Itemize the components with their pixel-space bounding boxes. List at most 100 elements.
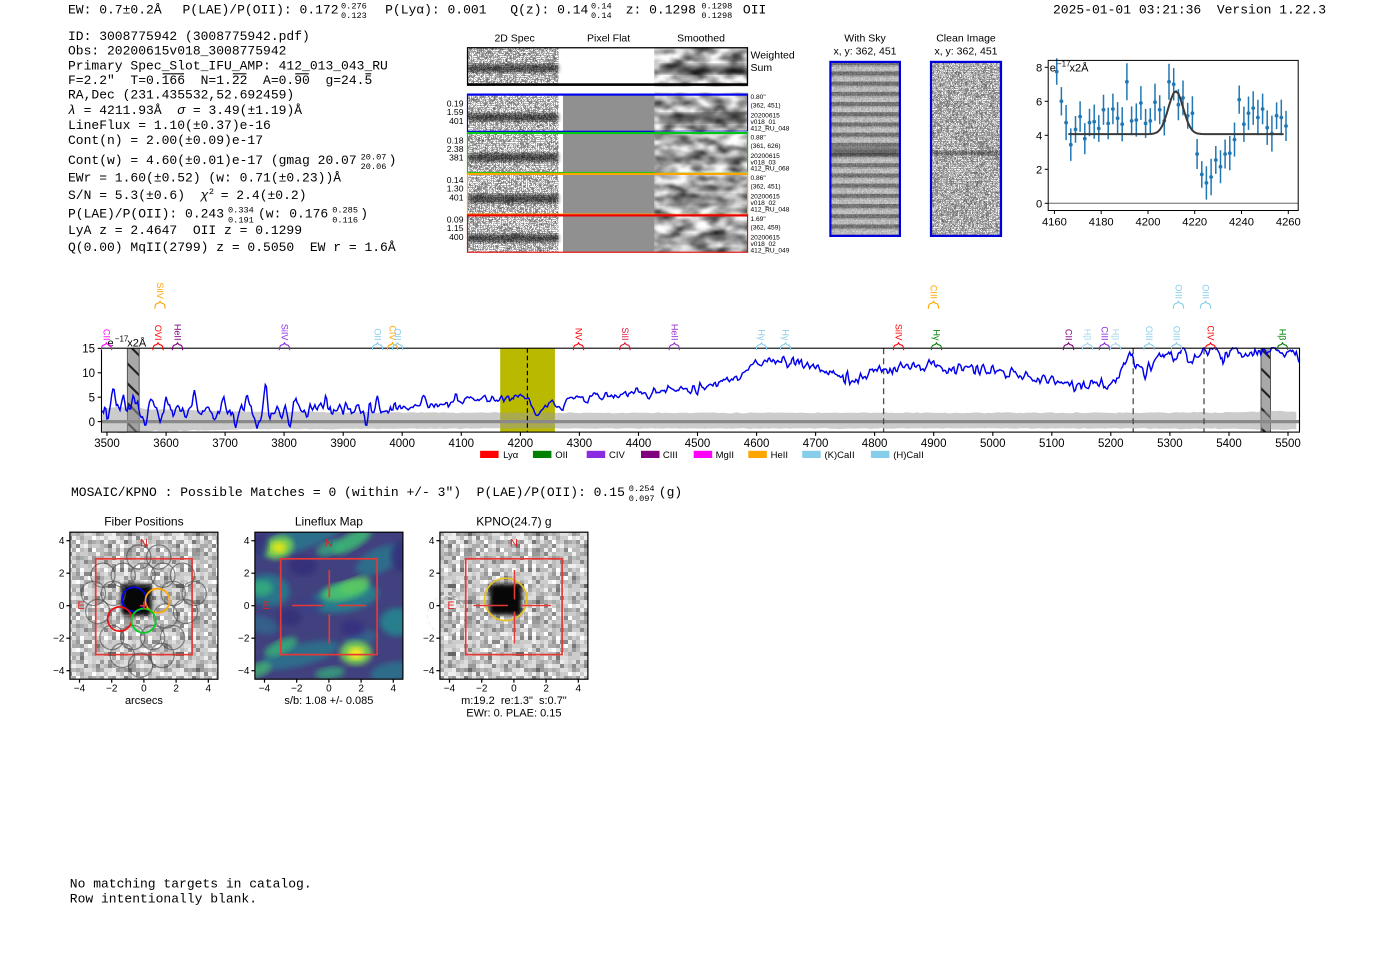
svg-text:3800: 3800 — [271, 438, 297, 450]
svg-text:OVI: OVI — [153, 325, 163, 341]
svg-text:Lyα: Lyα — [503, 450, 519, 461]
svg-text:4260: 4260 — [1276, 217, 1301, 229]
svg-text:z: 0.1298: z: 0.1298 — [626, 2, 696, 17]
svg-text:0.14: 0.14 — [591, 11, 612, 21]
svg-text:HeII: HeII — [771, 450, 788, 461]
svg-text:x2Å: x2Å — [1070, 62, 1090, 75]
svg-text:Cont(n) = 2.00(±0.09)e-17: Cont(n) = 2.00(±0.09)e-17 — [68, 133, 263, 148]
svg-text:P(Lyα): 0.001: P(Lyα): 0.001 — [385, 2, 487, 17]
svg-text:EW: 0.7±0.2Å: EW: 0.7±0.2Å — [68, 2, 162, 17]
svg-text:6: 6 — [1036, 96, 1042, 108]
svg-text:Hγ: Hγ — [932, 329, 942, 341]
svg-text:Obs: 20200615v018_3008775942: Obs: 20200615v018_3008775942 — [68, 44, 286, 59]
svg-text:EWr: 0. PLAE: 0.15: EWr: 0. PLAE: 0.15 — [466, 708, 561, 720]
svg-text:2: 2 — [1036, 164, 1042, 176]
svg-text:(362, 451): (362, 451) — [751, 184, 781, 191]
svg-text:4600: 4600 — [744, 438, 770, 450]
svg-text:2: 2 — [358, 684, 364, 695]
svg-text:2: 2 — [429, 569, 435, 580]
svg-text:0.254: 0.254 — [629, 484, 655, 494]
svg-text:m:19.2 re:1.3" s:0.7": m:19.2 re:1.3" s:0.7" — [461, 695, 567, 707]
svg-text:OIII: OIII — [1144, 326, 1154, 341]
svg-text:2: 2 — [59, 569, 65, 580]
svg-text:0.1298: 0.1298 — [701, 11, 732, 21]
svg-text:0.80": 0.80" — [751, 94, 767, 101]
svg-text:4000: 4000 — [389, 438, 415, 450]
svg-text:Hβ: Hβ — [1111, 329, 1121, 341]
svg-text:−4: −4 — [423, 666, 435, 677]
svg-text:2025-01-01 03:21:36 Version 1: 2025-01-01 03:21:36 Version 1.22.3 — [1053, 2, 1326, 17]
svg-text:s/b: 1.08 +/- 0.085: s/b: 1.08 +/- 0.085 — [284, 695, 373, 707]
svg-text:x2Å: x2Å — [127, 337, 147, 350]
svg-text:CIV: CIV — [1206, 325, 1216, 341]
svg-text:E: E — [262, 600, 269, 612]
svg-text:1.69": 1.69" — [751, 216, 767, 223]
svg-text:0: 0 — [59, 601, 65, 612]
svg-text:20.06: 20.06 — [361, 162, 387, 172]
svg-text:ID: 3008775942 (3008775942.pdf: ID: 3008775942 (3008775942.pdf) — [68, 29, 310, 44]
svg-text:412_RU_048: 412_RU_048 — [751, 206, 790, 213]
svg-text:2D Spec: 2D Spec — [494, 33, 534, 45]
svg-text:0.14: 0.14 — [591, 1, 612, 11]
svg-text:0.86": 0.86" — [751, 175, 767, 182]
svg-text:N: N — [140, 538, 148, 550]
svg-text:KPNO(24.7) g: KPNO(24.7) g — [476, 515, 551, 529]
svg-text:−2: −2 — [53, 634, 65, 645]
svg-text:P(LAE)/P(OII): 0.243: P(LAE)/P(OII): 0.243 — [68, 206, 224, 221]
svg-text:5300: 5300 — [1157, 438, 1183, 450]
svg-text:0: 0 — [1036, 198, 1042, 210]
svg-text:CII: CII — [102, 329, 112, 341]
svg-text:CIII: CIII — [663, 450, 678, 461]
svg-text:−2: −2 — [423, 634, 435, 645]
svg-text:4180: 4180 — [1089, 217, 1114, 229]
svg-text:(362, 459): (362, 459) — [751, 225, 781, 232]
svg-text:0: 0 — [244, 601, 250, 612]
svg-text:(w: 0.176: (w: 0.176 — [258, 206, 328, 221]
svg-text:4900: 4900 — [921, 438, 947, 450]
svg-text:4160: 4160 — [1042, 217, 1067, 229]
svg-text:4: 4 — [244, 536, 250, 547]
svg-text:2: 2 — [244, 569, 250, 580]
svg-text:x, y: 362, 451: x, y: 362, 451 — [833, 46, 896, 58]
svg-text:−2: −2 — [106, 684, 118, 695]
svg-text:3700: 3700 — [212, 438, 238, 450]
svg-text:4200: 4200 — [1136, 217, 1161, 229]
svg-text:412_RU_068: 412_RU_068 — [751, 166, 790, 173]
svg-text:0: 0 — [141, 684, 147, 695]
svg-text:HeII: HeII — [669, 324, 679, 341]
svg-text:Hβ: Hβ — [1083, 329, 1093, 341]
svg-text:OIII: OIII — [1174, 284, 1184, 299]
svg-text:F=2.2" T=0.166 N=1.22 A=0.9: F=2.2" T=0.166 N=1.22 A=0.90 g=24.5 — [68, 73, 372, 88]
svg-text:4: 4 — [576, 684, 582, 695]
svg-text:5: 5 — [89, 392, 95, 404]
svg-text:10: 10 — [82, 368, 95, 380]
svg-text:MgII: MgII — [716, 450, 734, 461]
svg-text:0: 0 — [89, 417, 95, 429]
svg-text:4: 4 — [391, 684, 397, 695]
svg-text:MOSAIC/KPNO : Possible Matches: MOSAIC/KPNO : Possible Matches = 0 (with… — [71, 485, 625, 500]
svg-text:0.1298: 0.1298 — [701, 1, 732, 11]
svg-text:): ) — [389, 153, 397, 168]
svg-text:N: N — [510, 538, 518, 550]
svg-text:0.116: 0.116 — [332, 215, 358, 225]
svg-text:(361, 626): (361, 626) — [751, 143, 781, 150]
svg-text:−2: −2 — [476, 684, 488, 695]
svg-text:OII: OII — [373, 328, 383, 340]
svg-text:20.07: 20.07 — [361, 152, 387, 162]
svg-text:P(LAE)/P(OII): 0.172: P(LAE)/P(OII): 0.172 — [183, 2, 339, 17]
svg-text:0: 0 — [511, 684, 517, 695]
svg-text:LyA z = 2.4647 OII z = 0.1299: LyA z = 2.4647 OII z = 0.1299 — [68, 223, 302, 238]
svg-text:4800: 4800 — [862, 438, 888, 450]
svg-text:−2: −2 — [238, 634, 250, 645]
svg-text:4500: 4500 — [685, 438, 711, 450]
svg-text:(K)CaII: (K)CaII — [825, 450, 855, 461]
svg-text:381: 381 — [449, 153, 464, 163]
svg-text:5200: 5200 — [1098, 438, 1124, 450]
svg-text:SiII: SiII — [620, 327, 630, 340]
svg-text:SiIV: SiIV — [155, 282, 165, 300]
svg-text:0.334: 0.334 — [228, 206, 254, 216]
svg-text:4200: 4200 — [508, 438, 534, 450]
svg-text:Hγ: Hγ — [781, 329, 791, 341]
svg-text:5400: 5400 — [1216, 438, 1242, 450]
svg-text:OIII: OIII — [1201, 284, 1211, 299]
